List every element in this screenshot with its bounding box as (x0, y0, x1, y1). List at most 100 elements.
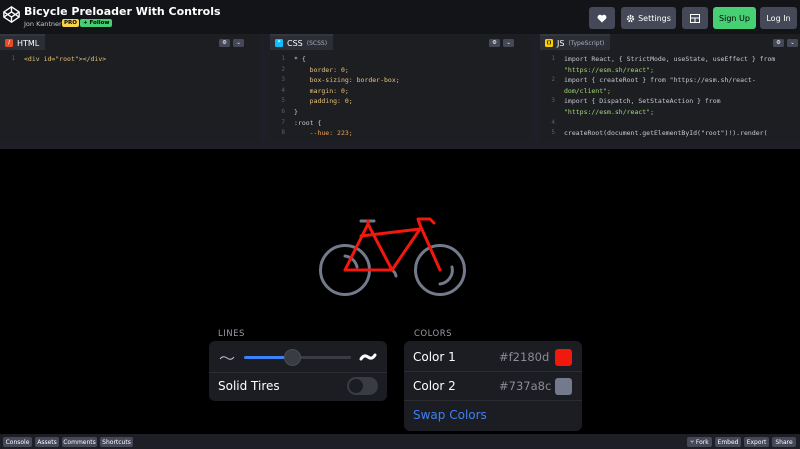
code-line: import { createRoot } from "https://esm.… (564, 76, 756, 85)
tab-html-label: HTML (17, 38, 40, 48)
codepen-logo-icon[interactable] (3, 6, 20, 23)
lines-card: Solid Tires (209, 341, 387, 401)
code-line: padding: 0; (294, 97, 353, 106)
login-button[interactable]: Log In (760, 7, 797, 29)
gear-icon (626, 14, 635, 22)
color2-hex: #737a8c (499, 379, 552, 393)
assets-button[interactable]: Assets (35, 437, 59, 447)
js-editor-pane[interactable]: () JS (TypeScript) ⚙ ⌄ 1 import React, { … (540, 34, 800, 142)
pro-badge: PRO (62, 19, 79, 27)
line-number: 6 (281, 108, 285, 115)
colors-heading: COLORS (414, 329, 453, 339)
html-settings-icon[interactable]: ⚙ (219, 39, 230, 47)
color1-label: Color 1 (413, 350, 456, 364)
line-number: 1 (551, 55, 555, 62)
settings-label: Settings (638, 13, 671, 23)
line-number: 1 (11, 55, 15, 62)
js-badge-icon: () (545, 39, 553, 47)
code-line: dom/client"; (564, 86, 611, 95)
html-editor-pane[interactable]: / HTML ⚙ ⌄ 1 <div id="root"></div> (0, 34, 260, 142)
tab-css-label: CSS (287, 38, 303, 48)
lines-slider[interactable] (244, 349, 351, 366)
color1-swatch[interactable] (555, 349, 572, 366)
css-pane-header: * CSS (SCSS) ⚙ ⌄ (270, 34, 530, 50)
js-collapse-chevron-icon[interactable]: ⌄ (787, 39, 798, 47)
layout-icon (690, 13, 700, 23)
line-number: 1 (281, 55, 285, 62)
solid-tires-label: Solid Tires (218, 379, 280, 393)
code-line: "https://esm.sh/react"; (564, 108, 655, 116)
code-line: "https://esm.sh/react"; (564, 65, 655, 74)
pen-title: Bicycle Preloader With Controls (24, 5, 221, 18)
line-number: 4 (281, 86, 285, 94)
tab-css-sub: (SCSS) (306, 39, 328, 47)
js-settings-icon[interactable]: ⚙ (773, 39, 784, 47)
color2-swatch[interactable] (555, 378, 572, 395)
line-number: 2 (551, 76, 555, 84)
line-number: 3 (281, 76, 285, 84)
code-line: import React, { StrictMode, useState, us… (564, 55, 776, 63)
code-line: } (294, 108, 298, 116)
signup-button[interactable]: Sign Up (713, 7, 756, 29)
html-pane-header: / HTML ⚙ ⌄ (0, 34, 260, 50)
tab-css[interactable]: * CSS (SCSS) (270, 34, 334, 50)
js-code[interactable]: 1 import React, { StrictMode, useState, u… (540, 54, 800, 142)
line-number: 3 (551, 97, 555, 105)
solid-tires-toggle[interactable] (347, 377, 378, 395)
html-collapse-chevron-icon[interactable]: ⌄ (233, 39, 244, 47)
shortcuts-button[interactable]: Shortcuts (100, 437, 133, 447)
thin-wave-icon (219, 356, 235, 360)
bicycle-icon (319, 217, 466, 296)
author-name[interactable]: Jon Kantner (24, 20, 62, 28)
line-number: 5 (551, 129, 555, 137)
colors-divider-2 (404, 400, 582, 401)
comments-button[interactable]: Comments (62, 437, 97, 447)
line-number: 2 (281, 65, 285, 73)
bottom-bar: Console Assets Comments Shortcuts ⑂ Fork… (0, 434, 800, 449)
settings-button[interactable]: Settings (621, 7, 676, 29)
tab-html[interactable]: / HTML (0, 34, 46, 50)
tab-js-label: JS (557, 38, 565, 48)
html-code[interactable]: 1 <div id="root"></div> (0, 54, 260, 142)
css-code[interactable]: 1 * { 2 border: 0; 3 box-sizing: border-box… (270, 54, 530, 142)
code-line: --hue: 223; (294, 129, 353, 138)
export-button[interactable]: Export (744, 437, 769, 447)
swap-colors-button[interactable]: Swap Colors (413, 408, 487, 422)
embed-button[interactable]: Embed (715, 437, 741, 447)
console-button[interactable]: Console (3, 437, 32, 447)
resize-handle[interactable] (0, 142, 800, 149)
line-number: 4 (551, 118, 555, 126)
code-line: :root { (294, 118, 322, 127)
lines-divider (209, 372, 387, 373)
fork-icon: ⑂ (690, 438, 694, 446)
tab-js-sub: (TypeScript) (568, 39, 605, 47)
code-line: <div id="root"></div> (24, 55, 107, 63)
lines-slider-thumb[interactable] (283, 349, 301, 366)
color1-hex: #f2180d (499, 350, 550, 364)
fork-label: Fork (695, 438, 709, 446)
change-view-button[interactable] (682, 7, 708, 29)
share-button[interactable]: Share (772, 437, 796, 447)
css-editor-pane[interactable]: * CSS (SCSS) ⚙ ⌄ 1 * { 2 border: 0; 3 box-s… (270, 34, 530, 142)
code-line: createRoot(document.getElementById("root… (564, 129, 768, 138)
js-pane-header: () JS (TypeScript) ⚙ ⌄ (540, 34, 800, 50)
top-header: Bicycle Preloader With Controls Jon Kant… (0, 0, 800, 34)
lines-heading: LINES (218, 329, 245, 339)
css-settings-icon[interactable]: ⚙ (489, 39, 500, 47)
colors-divider-1 (404, 371, 582, 372)
fork-button[interactable]: ⑂ Fork (687, 437, 712, 447)
code-line: margin: 0; (294, 86, 349, 95)
code-line: * { (294, 55, 306, 63)
css-collapse-chevron-icon[interactable]: ⌄ (503, 39, 514, 47)
line-number: 8 (281, 129, 285, 137)
follow-button[interactable]: + Follow (80, 19, 113, 27)
html-badge-icon: / (5, 39, 13, 47)
code-line: import { Dispatch, SetStateAction } from (564, 97, 721, 106)
tab-js[interactable]: () JS (TypeScript) (540, 34, 611, 50)
heart-icon (597, 14, 607, 22)
thick-wave-icon (359, 353, 377, 361)
code-line: border: 0; (294, 65, 349, 74)
line-number: 7 (281, 118, 285, 126)
code-line: box-sizing: border-box; (294, 76, 400, 85)
heart-button[interactable] (589, 7, 615, 29)
